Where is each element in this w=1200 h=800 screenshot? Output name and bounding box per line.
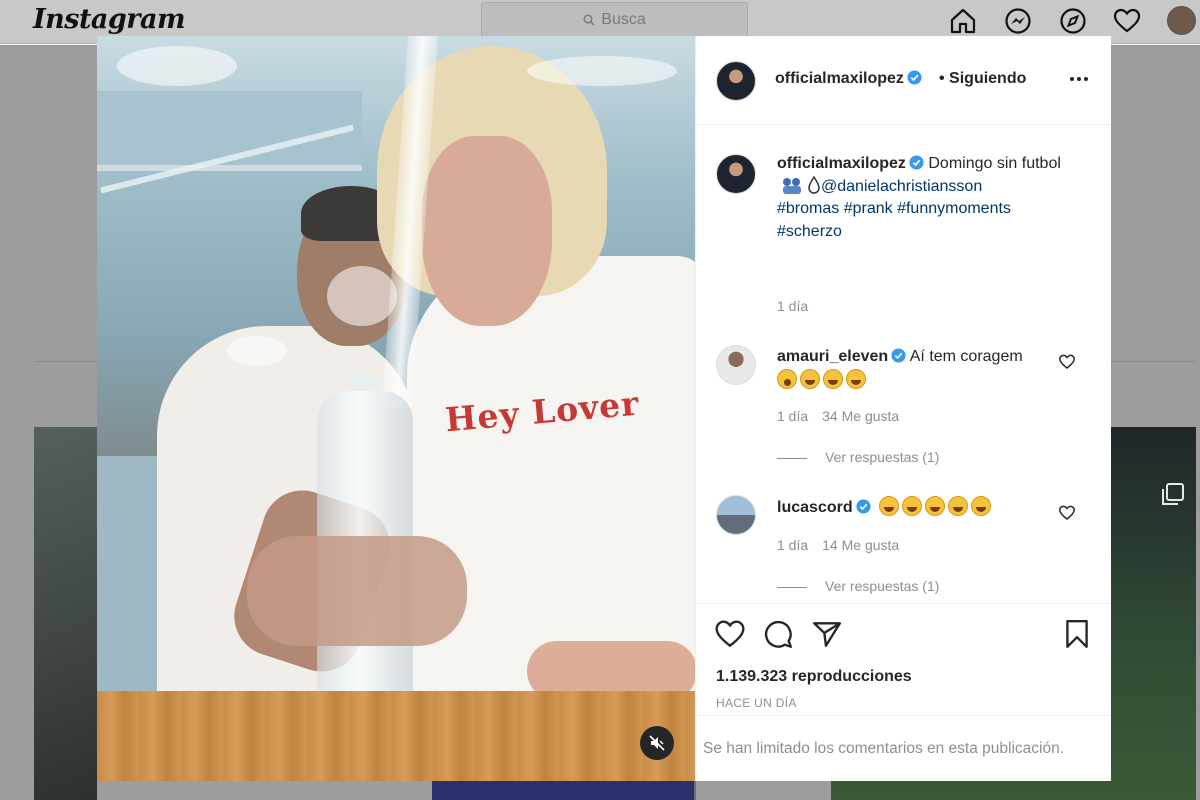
messenger-icon[interactable] [1003,6,1033,36]
post-actions: 1.139.323 reproducciones HACE UN DÍA [696,603,1111,715]
comment-username[interactable]: amauri_eleven [777,348,888,365]
view-replies-button[interactable]: Ver respuestas (1) [777,449,939,465]
multiple-posts-icon [1162,483,1184,505]
instagram-logo[interactable]: Instagram [33,4,186,35]
hashtag[interactable]: #prank [844,200,893,217]
astonished-emoji-icon [777,368,797,389]
feed-thumbnail[interactable] [34,427,97,800]
post-modal: Hey Lover officialmaxilopez • Siguiendo [97,36,1111,781]
search-placeholder: Busca [601,11,646,28]
post-timestamp: HACE UN DÍA [716,696,797,710]
comment-likes[interactable]: 14 Me gusta [822,537,899,553]
verified-badge-icon [909,155,924,170]
comment-time: 1 día [777,408,809,424]
more-options-icon[interactable] [1068,74,1090,84]
heart-icon[interactable] [1112,6,1142,36]
post-video[interactable]: Hey Lover [97,36,695,781]
hashtag[interactable]: #bromas [777,200,839,217]
speaker-muted-icon [649,735,665,751]
verified-badge-icon [891,348,906,363]
search-input[interactable]: Busca [481,2,748,38]
caption-mention[interactable]: @danielachristiansson [821,178,982,195]
laughing-emoji-icon [823,368,843,389]
home-icon[interactable] [948,6,978,36]
comment-time: 1 día [777,537,809,553]
comment-like-heart-icon[interactable] [1058,504,1076,522]
comment-like-heart-icon[interactable] [1058,353,1076,371]
laughing-emoji-icon [879,496,900,516]
hashtag[interactable]: #funnymoments [897,200,1011,217]
mute-button[interactable] [640,726,674,760]
explore-icon[interactable] [1058,6,1088,36]
laughing-emoji-icon [846,368,866,389]
comment-likes[interactable]: 34 Me gusta [822,408,899,424]
view-count[interactable]: 1.139.323 reproducciones [716,668,912,686]
profile-avatar[interactable] [1167,6,1196,35]
view-replies-button[interactable]: Ver respuestas (1) [777,578,939,594]
laughing-emoji-icon [902,496,923,516]
caption-username[interactable]: officialmaxilopez [777,155,906,172]
bookmark-save-icon[interactable] [1061,618,1093,650]
wooden-table [97,691,695,781]
droplet-emoji-icon [808,175,820,194]
laughing-emoji-icon [800,368,820,389]
comments-section[interactable]: officialmaxilopez Domingo sin futbol @da… [696,126,1111,603]
commenter-avatar[interactable] [716,495,756,535]
comment-text: Aí tem coragem [909,348,1023,365]
post-sidebar: officialmaxilopez • Siguiendo officialma… [695,36,1111,781]
share-send-icon[interactable] [811,618,843,650]
author-username[interactable]: officialmaxilopez [775,70,904,87]
feed-thumbnail-strip [432,781,694,800]
verified-badge-icon [856,499,871,514]
commenter-avatar[interactable] [716,345,756,385]
caption-time: 1 día [777,298,809,314]
search-icon [583,14,595,26]
laughing-emoji-icon [925,496,946,516]
verified-badge-icon [907,70,922,85]
comment-bubble-icon[interactable] [762,618,794,650]
caption-text: Domingo sin futbol [928,155,1061,172]
author-avatar[interactable] [716,154,756,194]
hashtag[interactable]: #scherzo [777,223,842,240]
laughing-emoji-icon [948,496,969,516]
comments-limited-notice: Se han limitado los comentarios en esta … [696,715,1111,781]
laughing-emoji-icon [971,496,992,516]
comment-username[interactable]: lucascord [777,499,853,516]
like-heart-icon[interactable] [714,618,746,650]
post-header: officialmaxilopez • Siguiendo [696,36,1111,125]
couple-emoji-icon [783,177,801,194]
follow-status[interactable]: • Siguiendo [939,70,1026,88]
author-avatar[interactable] [716,61,756,101]
